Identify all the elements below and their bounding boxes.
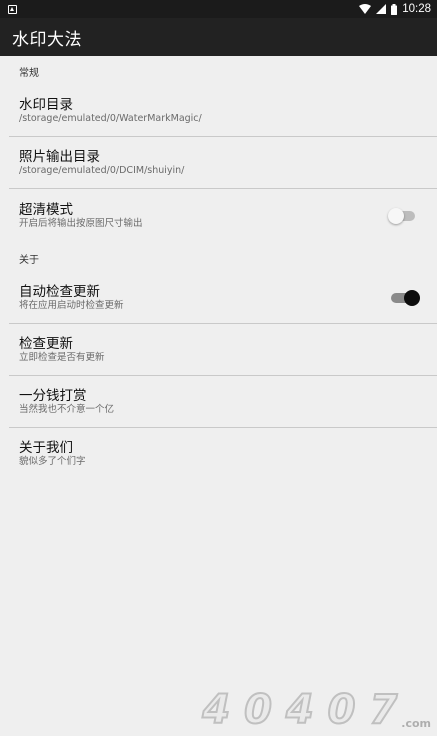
app-title: 水印大法 <box>12 29 82 50</box>
status-bar: 10:28 <box>0 0 437 18</box>
pref-summary: 将在应用启动时检查更新 <box>19 299 124 311</box>
settings-list: 常规 水印目录 /storage/emulated/0/WaterMarkMag… <box>0 56 437 479</box>
pref-summary: 开启后将输出按原图尺寸输出 <box>19 218 143 229</box>
category-header-about: 关于 <box>19 255 39 266</box>
pref-about-us[interactable]: 关于我们 貌似多了个们字 <box>0 428 437 479</box>
pref-title: 关于我们 <box>19 439 73 456</box>
pref-photo-output-directory[interactable]: 照片输出目录 /storage/emulated/0/DCIM/shuiyin/ <box>0 137 437 188</box>
battery-icon <box>391 3 398 15</box>
pref-summary: /storage/emulated/0/DCIM/shuiyin/ <box>19 164 185 176</box>
pref-title: 自动检查更新 <box>19 283 100 300</box>
wifi-icon <box>359 4 372 14</box>
pref-hd-mode[interactable]: 超清模式 开启后将输出按原图尺寸输出 <box>0 189 437 243</box>
auto-check-update-toggle[interactable] <box>391 289 420 306</box>
pref-summary: 当然我也不介意一个亿 <box>19 403 115 415</box>
pref-summary: /storage/emulated/0/WaterMarkMagic/ <box>19 112 202 124</box>
status-time: 10:28 <box>402 3 431 15</box>
watermark-text: 4 0 4 0 7 <box>201 687 398 733</box>
signal-icon <box>376 4 387 14</box>
pref-title: 超清模式 <box>19 202 73 218</box>
pref-title: 照片输出目录 <box>19 148 100 165</box>
status-right: 10:28 <box>359 3 431 15</box>
pref-tip-one-cent[interactable]: 一分钱打赏 当然我也不介意一个亿 <box>0 376 437 427</box>
site-watermark: 4 0 4 0 7 .com <box>201 687 431 733</box>
pref-auto-check-update[interactable]: 自动检查更新 将在应用启动时检查更新 <box>0 272 437 323</box>
hd-mode-toggle[interactable] <box>388 208 415 224</box>
pref-title: 检查更新 <box>19 335 73 352</box>
category-header-general: 常规 <box>19 68 39 79</box>
pref-summary: 貌似多了个们字 <box>19 455 86 467</box>
pref-title: 水印目录 <box>19 96 73 113</box>
pref-watermark-directory[interactable]: 水印目录 /storage/emulated/0/WaterMarkMagic/ <box>0 85 437 136</box>
watermark-suffix: .com <box>401 717 431 730</box>
toggle-thumb <box>404 289 420 306</box>
toggle-thumb <box>388 208 404 224</box>
status-left <box>8 4 359 14</box>
notification-a-icon <box>8 4 17 14</box>
pref-title: 一分钱打赏 <box>19 387 87 404</box>
pref-summary: 立即检查是否有更新 <box>19 351 105 363</box>
app-toolbar: 水印大法 <box>0 18 437 56</box>
pref-check-update[interactable]: 检查更新 立即检查是否有更新 <box>0 324 437 375</box>
